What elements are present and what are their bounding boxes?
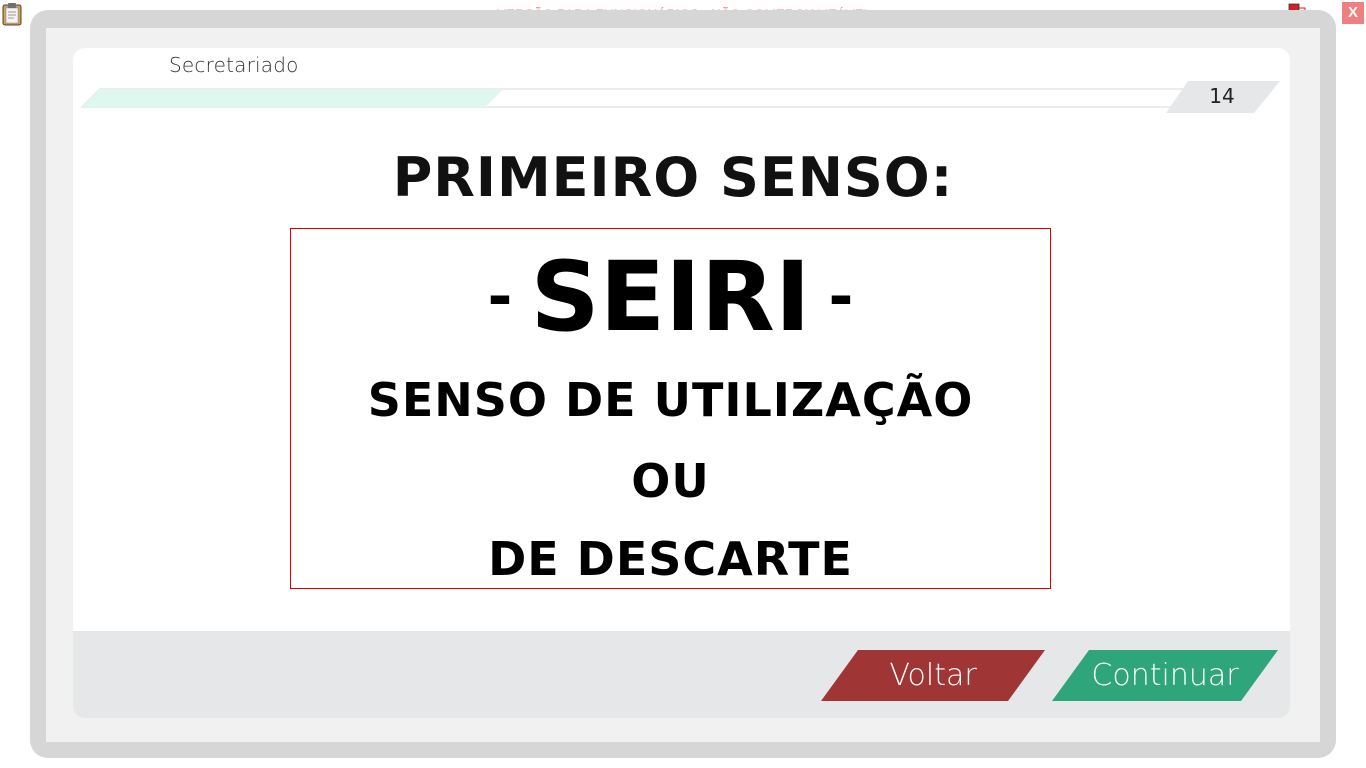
term-dash-left: - [487, 262, 513, 332]
meaning-line-2: OU [631, 454, 710, 508]
clipboard-icon[interactable] [2, 2, 22, 26]
content-box: - SEIRI - SENSO DE UTILIZAÇÃO OU DE DESCAR… [290, 228, 1051, 589]
back-button[interactable] [820, 649, 1046, 702]
close-button[interactable]: X [1342, 2, 1364, 24]
term-word: SEIRI [530, 241, 811, 353]
term-line: - SEIRI - [291, 241, 1050, 353]
progress-bar [80, 81, 1280, 113]
page-number: 14 [1209, 84, 1235, 108]
continue-button[interactable] [1051, 649, 1279, 702]
term-dash-right: - [828, 262, 854, 332]
course-title: Secretariado [169, 53, 299, 77]
progress-fill [82, 89, 504, 107]
meaning-line-1: SENSO DE UTILIZAÇÃO [367, 373, 974, 427]
meaning-line-3: DE DESCARTE [488, 532, 853, 586]
slide-heading: PRIMEIRO SENSO: [392, 146, 954, 209]
